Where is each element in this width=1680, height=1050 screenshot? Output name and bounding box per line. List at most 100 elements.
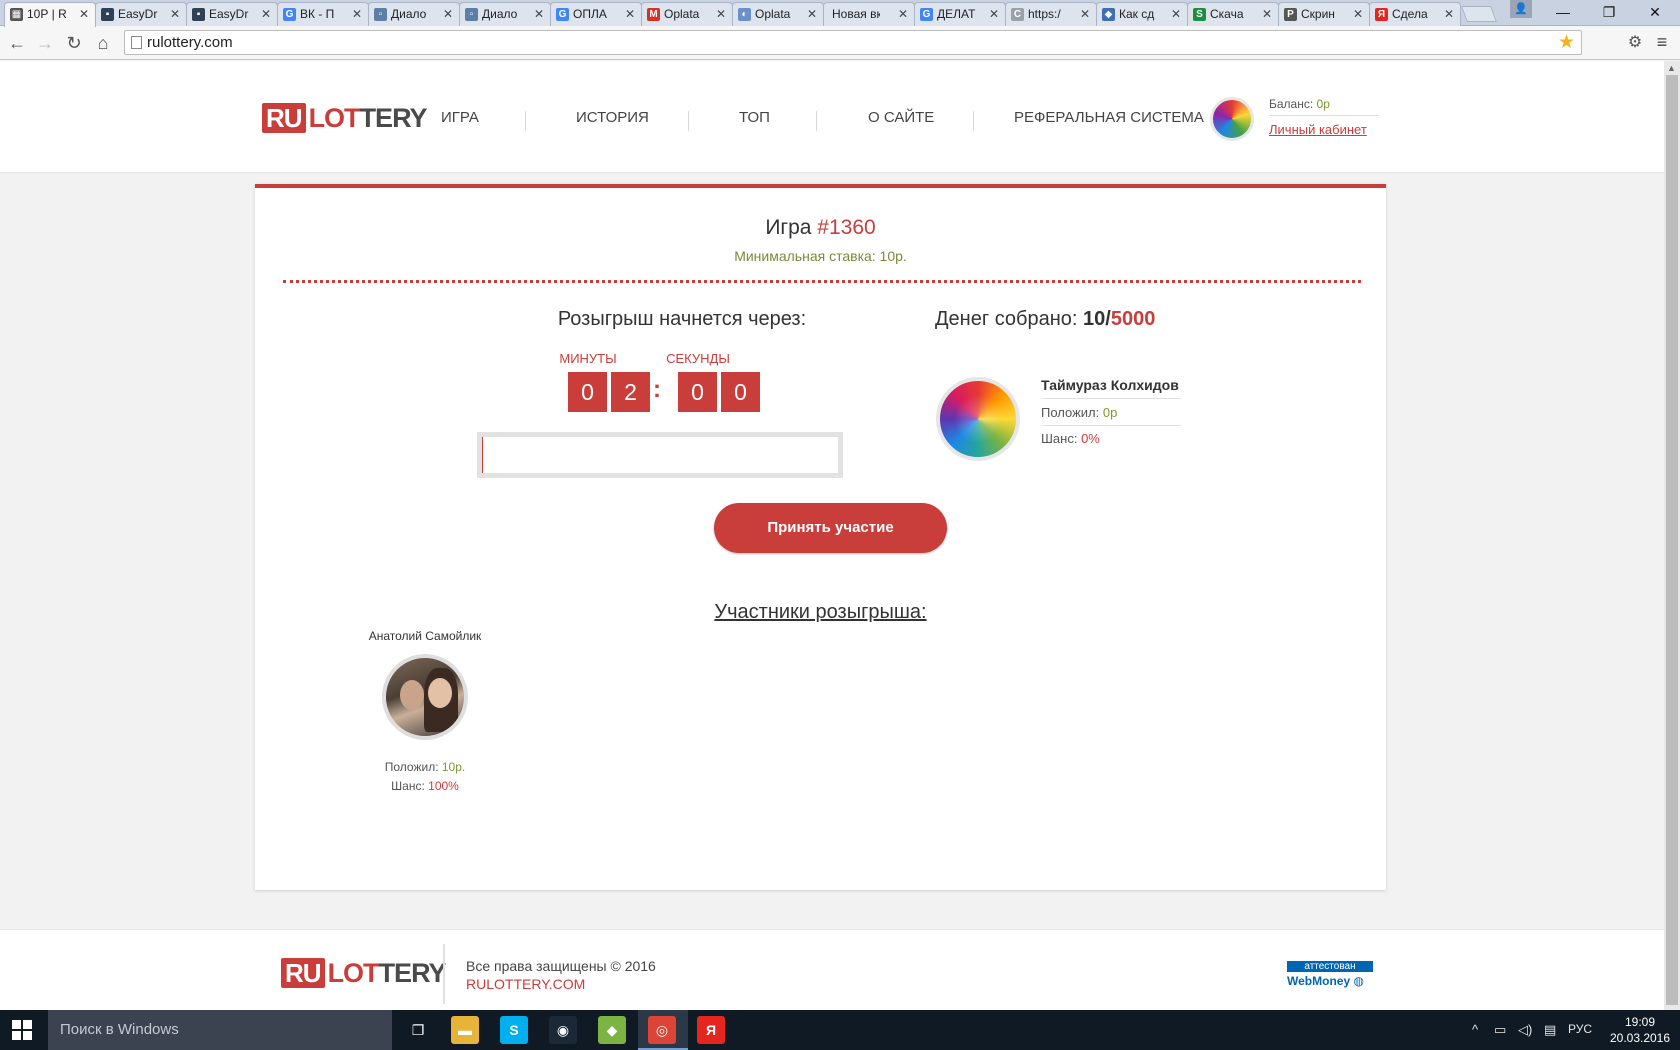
browser-menu-icon[interactable]: ≡: [1652, 32, 1672, 54]
browser-tab[interactable]: M Oplata ✕: [641, 2, 733, 26]
chance-value: 0%: [1081, 431, 1100, 446]
restore-icon[interactable]: ❐: [1586, 0, 1632, 24]
file-explorer-icon[interactable]: ▬: [451, 1016, 479, 1044]
bluestacks-icon[interactable]: ◆: [598, 1016, 626, 1044]
site-logo[interactable]: RU LOT TERY: [262, 102, 428, 133]
browser-tab[interactable]: G ДЕЛАТ ✕: [914, 2, 1006, 26]
nav-top[interactable]: ТОП: [739, 109, 770, 131]
game-number: #1360: [817, 216, 876, 239]
tab-label: ОПЛА: [573, 7, 607, 21]
scroll-up-icon[interactable]: ▲: [1667, 63, 1676, 73]
tab-close-icon[interactable]: ✕: [989, 7, 999, 21]
easydrop-favicon-icon: ▪: [101, 8, 114, 21]
profile-icon[interactable]: 👤: [1510, 0, 1532, 18]
browser-tab[interactable]: ◆ Как сд ✕: [1096, 2, 1188, 26]
tab-close-icon[interactable]: ✕: [534, 7, 544, 21]
reload-icon[interactable]: ↻: [63, 32, 85, 54]
tab-close-icon[interactable]: ✕: [261, 7, 271, 21]
tab-close-icon[interactable]: ✕: [807, 7, 817, 21]
chance-label: Шанс:: [1041, 431, 1078, 446]
tab-close-icon[interactable]: ✕: [716, 7, 726, 21]
user-avatar[interactable]: [1210, 97, 1254, 141]
tab-close-icon[interactable]: ✕: [898, 7, 908, 21]
cabinet-link[interactable]: Личный кабинет: [1269, 122, 1367, 137]
language-indicator[interactable]: РУС: [1568, 1022, 1592, 1036]
tab-label: EasyDr: [118, 7, 158, 21]
tab-close-icon[interactable]: ✕: [1171, 7, 1181, 21]
copyright: Все права защищены © 2016: [466, 958, 656, 974]
tab-close-icon[interactable]: ✕: [79, 7, 89, 21]
windows-taskbar: Поиск в Windows ❐ ▬ S ◉ ◆ ◎ Я ^ ▭ ◁) ▤ РУС 19:…: [0, 1010, 1680, 1050]
steam-icon[interactable]: ◉: [549, 1016, 577, 1044]
sheet-favicon-icon: S: [1193, 8, 1206, 21]
address-bar[interactable]: rulottery.com ★: [124, 30, 1582, 55]
browser-tab[interactable]: ▪ EasyDr ✕: [95, 2, 187, 26]
webmoney-globe-icon: ◍: [1353, 974, 1364, 988]
clock-time: 19:09: [1624, 1015, 1656, 1029]
deposit-label: Положил:: [384, 760, 439, 774]
yandex-browser-icon[interactable]: Я: [697, 1016, 725, 1044]
browser-tab[interactable]: G ОПЛА ✕: [550, 2, 642, 26]
windows-start-icon[interactable]: [12, 1020, 32, 1040]
forward-icon[interactable]: →: [34, 32, 56, 54]
close-window-icon[interactable]: ✕: [1632, 0, 1678, 24]
chrome-icon[interactable]: ◎: [648, 1016, 676, 1044]
nav-about[interactable]: О САЙТЕ: [868, 109, 934, 131]
countdown-digit: 2: [611, 372, 650, 412]
tab-close-icon[interactable]: ✕: [625, 7, 635, 21]
logo-tery: TERY: [378, 957, 447, 988]
tab-close-icon[interactable]: ✕: [1080, 7, 1090, 21]
scrollbar-thumb[interactable]: [1666, 75, 1678, 1005]
webmoney-attested: аттестован: [1287, 961, 1373, 972]
browser-tab[interactable]: ▫ Диало ✕: [459, 2, 551, 26]
browser-tab[interactable]: S Скача ✕: [1187, 2, 1279, 26]
nav-referral[interactable]: РЕФЕРАЛЬНАЯ СИСТЕМА: [1014, 109, 1204, 131]
vk-dialog-favicon-icon: ▫: [465, 8, 478, 21]
browser-tab[interactable]: ▫ Диало ✕: [368, 2, 460, 26]
browser-tab[interactable]: G ВК - П ✕: [277, 2, 369, 26]
minimize-icon[interactable]: —: [1540, 0, 1586, 24]
browser-tab[interactable]: ◐ Oplata ✕: [732, 2, 824, 26]
participant-chance: Шанс: 100%: [335, 779, 515, 793]
join-button[interactable]: Принять участие: [714, 503, 947, 553]
browser-tab[interactable]: P Скрин ✕: [1278, 2, 1370, 26]
skype-icon[interactable]: S: [500, 1016, 528, 1044]
notifications-icon[interactable]: ▤: [1544, 1022, 1556, 1038]
balance-value: 0р: [1316, 97, 1330, 111]
back-icon[interactable]: ←: [6, 32, 28, 54]
home-icon[interactable]: ⌂: [92, 32, 114, 54]
extension-icon[interactable]: ⚙: [1624, 32, 1646, 54]
network-icon[interactable]: ▭: [1494, 1022, 1506, 1038]
tab-close-icon[interactable]: ✕: [1262, 7, 1272, 21]
tab-close-icon[interactable]: ✕: [1353, 7, 1363, 21]
taskbar-search[interactable]: Поиск в Windows: [48, 1010, 392, 1050]
tab-close-icon[interactable]: ✕: [443, 7, 453, 21]
new-tab-button[interactable]: [1461, 6, 1497, 22]
clock[interactable]: 19:09 20.03.2016: [1598, 1014, 1680, 1046]
avatar-face: [400, 680, 424, 710]
tab-close-icon[interactable]: ✕: [170, 7, 180, 21]
current-user-chance: Шанс: 0%: [1041, 431, 1181, 446]
tray-arrow-icon[interactable]: ^: [1472, 1022, 1478, 1037]
nav-game[interactable]: ИГРА: [441, 109, 479, 131]
footer-site-link[interactable]: RULOTTERY.COM: [466, 976, 585, 992]
browser-tab[interactable]: Новая вкл ✕: [823, 2, 915, 26]
browser-tab[interactable]: ▪ EasyDr ✕: [186, 2, 278, 26]
bookmark-star-icon[interactable]: ★: [1558, 31, 1575, 54]
volume-icon[interactable]: ◁): [1518, 1022, 1532, 1038]
task-view-icon[interactable]: ❐: [404, 1016, 432, 1044]
logo-tery: TERY: [359, 102, 428, 133]
footer-logo[interactable]: RU LOT TERY: [281, 957, 447, 988]
balance: Баланс: 0р: [1269, 97, 1379, 116]
tab-label: Диало: [482, 7, 518, 21]
browser-tab[interactable]: Chttps:/ ✕: [1005, 2, 1097, 26]
tab-close-icon[interactable]: ✕: [1444, 7, 1454, 21]
browser-tab[interactable]: Я Сдела ✕: [1369, 2, 1461, 26]
page-scrollbar[interactable]: ▲: [1664, 61, 1680, 1011]
browser-tab[interactable]: ▦ 10Р | R ✕: [4, 2, 96, 27]
webmoney-badge[interactable]: аттестован WebMoney ◍: [1287, 961, 1373, 988]
nav-history[interactable]: ИСТОРИЯ: [576, 109, 649, 131]
participant-avatar: [382, 654, 468, 740]
chance-label: Шанс:: [391, 779, 425, 793]
tab-close-icon[interactable]: ✕: [352, 7, 362, 21]
